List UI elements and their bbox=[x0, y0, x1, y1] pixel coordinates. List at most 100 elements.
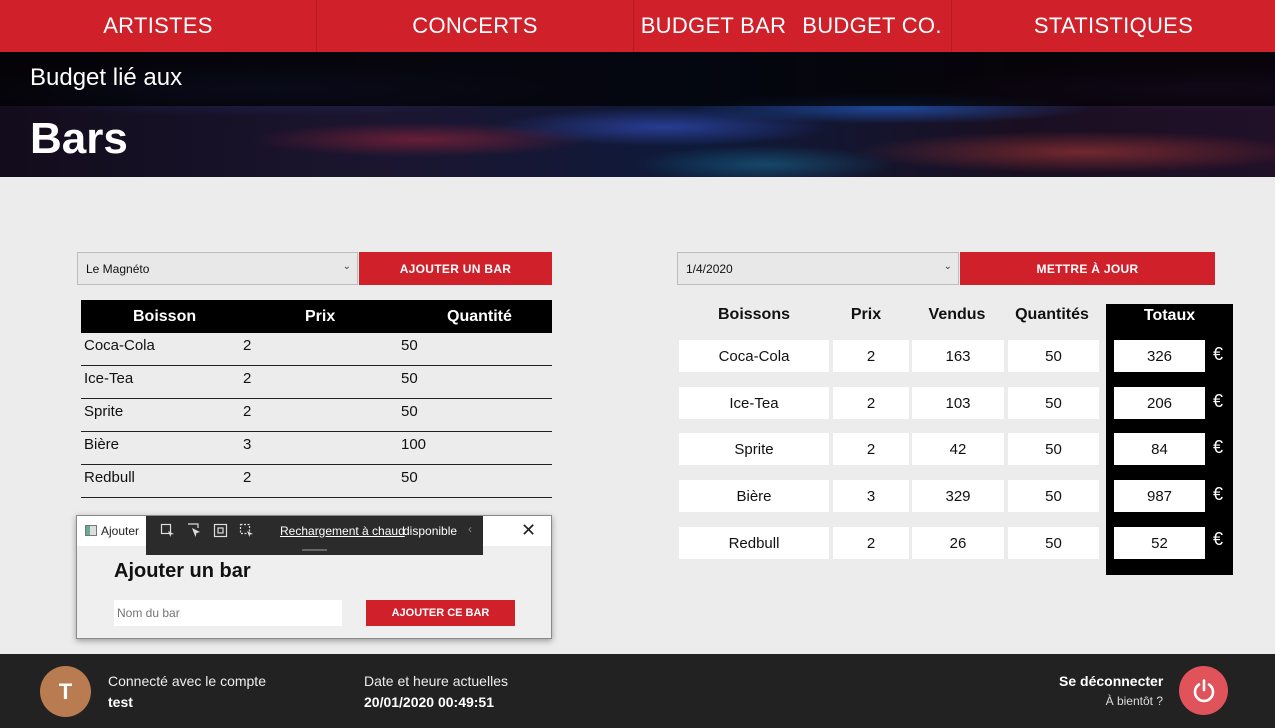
cell-prix[interactable]: 2 bbox=[833, 433, 909, 465]
cell-boisson: Coca-Cola bbox=[84, 337, 155, 354]
cell-boisson: Redbull bbox=[84, 469, 135, 486]
cell-vendus[interactable]: 163 bbox=[912, 340, 1004, 372]
cell-quantite[interactable]: 50 bbox=[1008, 480, 1099, 512]
bar-name-input[interactable] bbox=[114, 600, 342, 626]
cell-vendus[interactable]: 26 bbox=[912, 527, 1004, 559]
totals-column: Totaux 326 € 206 € 84 € 987 € 52 € bbox=[1106, 304, 1233, 575]
logout-label[interactable]: Se déconnecter bbox=[1059, 673, 1163, 689]
dialog-heading: Ajouter un bar bbox=[114, 560, 251, 582]
submit-bar-button[interactable]: AJOUTER CE BAR bbox=[366, 600, 515, 626]
nav-budget-bar[interactable]: BUDGET BAR bbox=[634, 0, 793, 52]
track-focus-icon[interactable] bbox=[238, 522, 255, 539]
cell-prix[interactable]: 2 bbox=[833, 340, 909, 372]
table-row[interactable]: Bière 3 100 bbox=[81, 432, 552, 465]
date-select[interactable]: 1/4/2020 ⌄ bbox=[677, 252, 959, 285]
cell-total: 987 bbox=[1114, 480, 1205, 512]
cell-quantite: 50 bbox=[401, 337, 418, 354]
nav-concerts[interactable]: CONCERTS bbox=[317, 0, 634, 52]
cell-quantite: 50 bbox=[401, 370, 418, 387]
table-row[interactable]: Redbull 2 50 bbox=[81, 465, 552, 498]
cell-prix[interactable]: 3 bbox=[833, 480, 909, 512]
hero-banner: Budget lié aux Bars bbox=[0, 52, 1275, 177]
display-layout-icon[interactable] bbox=[212, 522, 229, 539]
hot-reload-link[interactable]: Rechargement à chaud bbox=[280, 524, 405, 538]
chevron-left-icon[interactable]: ‹ bbox=[468, 522, 472, 536]
chevron-down-icon: ⌄ bbox=[943, 261, 952, 272]
cell-prix[interactable]: 2 bbox=[833, 387, 909, 419]
column-header-boissons: Boissons bbox=[717, 306, 790, 323]
hot-reload-status: disponible bbox=[403, 524, 458, 538]
cell-prix: 2 bbox=[243, 403, 252, 420]
table-row[interactable]: Ice-Tea 2 50 bbox=[81, 366, 552, 399]
nav-statistiques[interactable]: STATISTIQUES bbox=[952, 0, 1275, 52]
hero-subtitle: Budget lié aux bbox=[30, 64, 183, 91]
connected-label: Connecté avec le compte bbox=[108, 673, 266, 689]
cell-quantite[interactable]: 50 bbox=[1008, 340, 1099, 372]
cell-quantite[interactable]: 50 bbox=[1008, 527, 1099, 559]
cell-boisson: Ice-Tea bbox=[84, 370, 134, 387]
column-header-totaux: Totaux bbox=[1143, 307, 1196, 324]
currency-label: € bbox=[1213, 484, 1224, 504]
cell-boisson: Coca-Cola bbox=[679, 340, 829, 372]
cell-boisson: Redbull bbox=[679, 527, 829, 559]
cell-quantite: 50 bbox=[401, 403, 418, 420]
cell-quantite: 50 bbox=[401, 469, 418, 486]
currency-label: € bbox=[1213, 437, 1224, 457]
cell-total: 326 bbox=[1114, 340, 1205, 372]
cell-total: 84 bbox=[1114, 433, 1205, 465]
cell-vendus[interactable]: 103 bbox=[912, 387, 1004, 419]
table-row[interactable]: Coca-Cola 2 50 bbox=[81, 333, 552, 366]
cell-vendus[interactable]: 42 bbox=[912, 433, 1004, 465]
add-bar-dialog: Ajouter Rechargement à chaud disponible … bbox=[76, 515, 552, 639]
cell-vendus[interactable]: 329 bbox=[912, 480, 1004, 512]
cell-prix: 2 bbox=[243, 370, 252, 387]
cell-prix: 3 bbox=[243, 436, 252, 453]
nav-artistes[interactable]: ARTISTES bbox=[0, 0, 317, 52]
datetime-value: 20/01/2020 00:49:51 bbox=[364, 694, 494, 710]
column-header-quantite: Quantité bbox=[447, 308, 512, 325]
cell-prix: 2 bbox=[243, 337, 252, 354]
cell-total: 206 bbox=[1114, 387, 1205, 419]
column-header-vendus: Vendus bbox=[928, 306, 986, 323]
chevron-down-icon: ⌄ bbox=[342, 261, 351, 272]
date-select-value: 1/4/2020 bbox=[686, 261, 733, 276]
hero-subtitle-band bbox=[0, 52, 1275, 106]
cell-quantite: 100 bbox=[401, 436, 427, 453]
cell-boisson: Sprite bbox=[679, 433, 829, 465]
datetime-label: Date et heure actuelles bbox=[364, 673, 508, 689]
footer: T Connecté avec le compte test Date et h… bbox=[0, 654, 1275, 728]
avatar: T bbox=[40, 666, 91, 717]
bar-select[interactable]: Le Magnéto ⌄ bbox=[77, 252, 358, 285]
nav-budget-co[interactable]: BUDGET CO. bbox=[793, 0, 952, 52]
select-cursor-icon[interactable] bbox=[186, 522, 203, 539]
column-header-prix: Prix bbox=[850, 306, 882, 323]
top-navigation: ARTISTES CONCERTS BUDGET BAR BUDGET CO. … bbox=[0, 0, 1275, 52]
drinks-table-header: Boisson Prix Quantité bbox=[81, 300, 552, 333]
toolbar-drag-handle[interactable] bbox=[302, 549, 327, 551]
currency-label: € bbox=[1213, 529, 1224, 549]
cell-quantite[interactable]: 50 bbox=[1008, 433, 1099, 465]
cell-boisson: Ice-Tea bbox=[679, 387, 829, 419]
dialog-window-title: Ajouter bbox=[101, 524, 140, 538]
power-icon[interactable] bbox=[1179, 666, 1228, 715]
cell-prix[interactable]: 2 bbox=[833, 527, 909, 559]
column-header-quantites: Quantités bbox=[1015, 306, 1089, 323]
cell-boisson: Sprite bbox=[84, 403, 124, 420]
cell-boisson: Bière bbox=[679, 480, 829, 512]
app-window-icon bbox=[85, 525, 97, 536]
cell-prix: 2 bbox=[243, 469, 252, 486]
update-button[interactable]: METTRE À JOUR bbox=[960, 252, 1215, 285]
close-icon[interactable]: ✕ bbox=[521, 520, 536, 541]
hot-reload-toolbar: Rechargement à chaud disponible ‹ bbox=[146, 516, 483, 555]
column-header-boisson: Boisson bbox=[133, 308, 197, 325]
username: test bbox=[108, 694, 133, 710]
goodbye-label: À bientôt ? bbox=[1105, 694, 1163, 708]
cell-quantite[interactable]: 50 bbox=[1008, 387, 1099, 419]
cell-total: 52 bbox=[1114, 527, 1205, 559]
page-title: Bars bbox=[30, 114, 128, 163]
drinks-table: Boisson Prix Quantité Coca-Cola 2 50 Ice… bbox=[81, 300, 552, 498]
currency-label: € bbox=[1213, 391, 1224, 411]
table-row[interactable]: Sprite 2 50 bbox=[81, 399, 552, 432]
select-element-icon[interactable] bbox=[159, 522, 176, 539]
add-bar-button[interactable]: AJOUTER UN BAR bbox=[359, 252, 552, 285]
